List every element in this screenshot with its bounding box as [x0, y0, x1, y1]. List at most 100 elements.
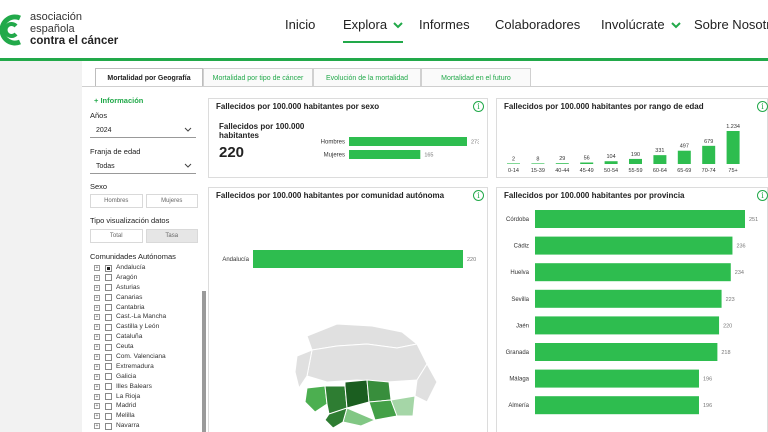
region-item[interactable]: + Ceuta [94, 342, 200, 352]
region-checkbox[interactable] [105, 313, 112, 321]
spain-map[interactable] [277, 316, 447, 432]
expand-icon[interactable]: + [94, 413, 100, 420]
region-item[interactable]: + Cast.-La Mancha [94, 312, 200, 322]
map-region-center [306, 343, 428, 383]
expand-icon[interactable]: + [94, 284, 100, 291]
app-root: asociación española contra el cáncer Ini… [0, 0, 768, 432]
region-checkbox[interactable] [105, 412, 112, 420]
value-label: 196 [703, 377, 712, 383]
expand-icon[interactable]: + [94, 334, 100, 341]
nav-item-informes[interactable]: Informes [419, 17, 470, 32]
tab-mortalidad-tipo-cancer[interactable]: Mortalidad por tipo de cáncer [203, 68, 313, 87]
region-checkbox[interactable] [105, 422, 112, 430]
expand-icon[interactable]: + [94, 403, 100, 410]
dashboard: Mortalidad por Geografía Mortalidad por … [82, 61, 768, 432]
tab-mortalidad-futuro[interactable]: Mortalidad en el futuro [421, 68, 531, 87]
region-item[interactable]: + Illes Balears [94, 382, 200, 392]
expand-icon[interactable]: + [94, 274, 100, 281]
category-label: Huelva [510, 270, 529, 276]
region-checkbox[interactable] [105, 383, 112, 391]
bar [349, 150, 421, 159]
region-item[interactable]: + Extremadura [94, 362, 200, 372]
info-icon[interactable]: i [473, 101, 484, 112]
info-icon[interactable]: i [757, 101, 768, 112]
region-checkbox[interactable] [105, 294, 112, 302]
region-item[interactable]: + Cataluña [94, 332, 200, 342]
region-item[interactable]: + La Rioja [94, 392, 200, 402]
category-label: Jaén [516, 323, 529, 329]
tab-mortalidad-geografia[interactable]: Mortalidad por Geografía [95, 68, 203, 87]
expand-icon[interactable]: + [94, 314, 100, 321]
region-checkbox[interactable] [105, 333, 112, 341]
region-item[interactable]: + Aragón [94, 273, 200, 283]
age-value: Todas [96, 163, 115, 170]
expand-icon[interactable]: + [94, 324, 100, 331]
region-checkbox[interactable] [105, 393, 112, 401]
expand-icon[interactable]: + [94, 423, 100, 430]
region-item[interactable]: + Castilla y León [94, 322, 200, 332]
value-label: 223 [726, 297, 735, 303]
expand-icon[interactable]: + [94, 383, 100, 390]
region-item[interactable]: + Com. Valenciana [94, 352, 200, 362]
sex-option-mujeres[interactable]: Mujeres [145, 194, 198, 208]
viz-option-total[interactable]: Total [90, 229, 143, 243]
region-item[interactable]: + Galicia [94, 372, 200, 382]
category-label: Córdoba [506, 217, 530, 223]
viz-option-tasa[interactable]: Tasa [145, 229, 198, 243]
expand-icon[interactable]: + [94, 294, 100, 301]
nav-item-sobre-nosotros[interactable]: Sobre Nosotros [694, 17, 768, 32]
region-checkbox[interactable] [105, 323, 112, 331]
expand-icon[interactable]: + [94, 373, 100, 380]
region-label: Canarias [116, 293, 143, 301]
region-label: Cast.-La Mancha [116, 313, 167, 321]
category-label: 40-44 [555, 168, 569, 174]
nav-item-inicio[interactable]: Inicio [285, 17, 315, 32]
panel-by-sex: Fallecidos por 100.000 habitantes por se… [208, 98, 488, 178]
category-label: 0-14 [508, 168, 519, 174]
region-item[interactable]: + Navarra [94, 421, 200, 431]
chart-by-province: Córdoba 251 Cádiz 236 Huelva 234 Sevilla 223 Jaé… [506, 210, 758, 415]
age-select[interactable]: Todas [90, 160, 196, 174]
region-item[interactable]: + Canarias [94, 293, 200, 303]
region-checkbox[interactable] [105, 264, 112, 272]
regions-label: Comunidades Autónomas [90, 252, 176, 261]
sex-option-hombres[interactable]: Hombres [90, 194, 143, 208]
map-region-malaga [342, 407, 377, 427]
nav-item-explora[interactable]: Explora [343, 17, 404, 43]
region-checkbox[interactable] [105, 304, 112, 312]
logo[interactable]: asociación española contra el cáncer [0, 6, 120, 50]
region-item[interactable]: + Melilla [94, 411, 200, 421]
expand-icon[interactable]: + [94, 354, 100, 361]
region-checkbox[interactable] [105, 343, 112, 351]
year-select[interactable]: 2024 [90, 124, 196, 138]
expand-icon[interactable]: + [94, 363, 100, 370]
region-checkbox[interactable] [105, 274, 112, 282]
map-region-jaen [366, 379, 392, 403]
logo-line-3: contra el cáncer [30, 35, 119, 47]
region-item[interactable]: + Cantabria [94, 303, 200, 313]
expand-icon[interactable]: + [94, 393, 100, 400]
expand-icon[interactable]: + [94, 304, 100, 311]
region-item[interactable]: + Asturias [94, 283, 200, 293]
info-icon[interactable]: i [473, 190, 484, 201]
regions-scrollbar[interactable] [202, 291, 206, 432]
region-checkbox[interactable] [105, 373, 112, 381]
region-item[interactable]: + Madrid [94, 401, 200, 411]
filters-sidebar: + Información Años 2024 Franja de edad T… [90, 93, 206, 432]
region-item[interactable]: + Andalucía [94, 263, 200, 273]
expand-icon[interactable]: + [94, 265, 100, 271]
more-info-link[interactable]: + Información [94, 96, 143, 105]
nav-label: Explora [343, 17, 388, 32]
region-checkbox[interactable] [105, 363, 112, 371]
nav-item-involucrate[interactable]: Involúcrate [601, 17, 681, 32]
region-checkbox[interactable] [105, 402, 112, 410]
tab-evolucion-mortalidad[interactable]: Evolución de la mortalidad [313, 68, 421, 87]
chevron-down-icon [670, 22, 681, 29]
region-checkbox[interactable] [105, 284, 112, 292]
tabs-divider [82, 86, 768, 87]
nav-item-colaboradores[interactable]: Colaboradores [495, 17, 580, 32]
expand-icon[interactable]: + [94, 344, 100, 351]
region-checkbox[interactable] [105, 353, 112, 361]
info-icon[interactable]: i [757, 190, 768, 201]
sex-label: Sexo [90, 182, 108, 191]
